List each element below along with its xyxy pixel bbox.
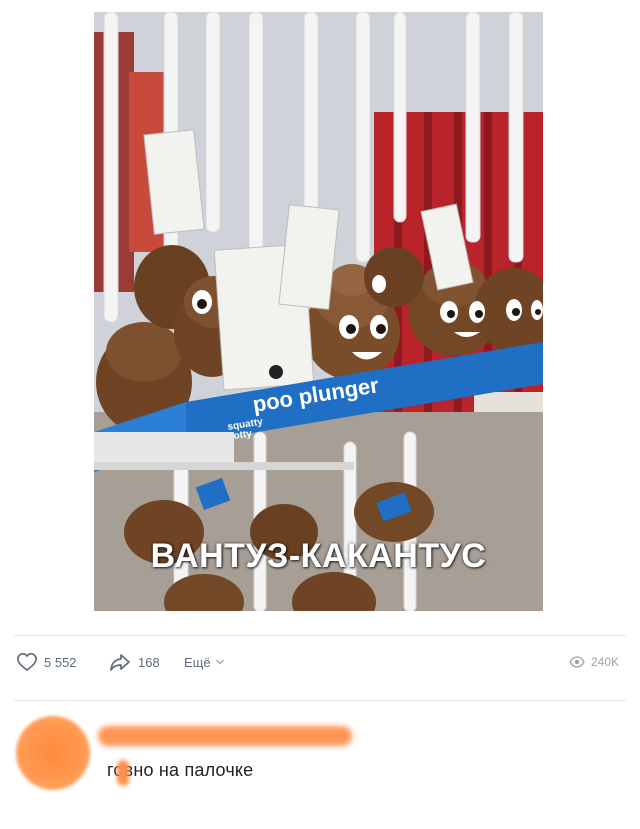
share-count: 168 [138, 654, 160, 670]
store-shelf-illustration: poo plunger squatty potty [94, 12, 543, 611]
more-button[interactable]: Ещё [184, 645, 225, 679]
comment: говно на палочке [0, 700, 640, 829]
like-button[interactable]: 5 552 [16, 645, 77, 679]
eye-icon [569, 656, 585, 668]
chevron-down-icon [215, 659, 224, 665]
share-button[interactable]: 168 [108, 645, 160, 679]
views-counter: 240K [569, 645, 619, 679]
heart-icon [17, 653, 37, 671]
image-caption: ВАНТУЗ-КАКАНТУС [150, 537, 487, 575]
avatar[interactable] [16, 716, 90, 790]
divider-top [14, 635, 626, 636]
share-arrow-icon [110, 654, 130, 671]
views-count: 240K [591, 655, 620, 669]
comment-text-redaction [117, 760, 129, 786]
post-actions-bar: 5 552 168 Ещё 240K [0, 645, 640, 679]
like-count: 5 552 [44, 654, 77, 670]
comment-author-name-redacted[interactable] [98, 726, 352, 746]
post-photo[interactable]: poo plunger squatty potty ВАНТУЗ-КАКАНТУ… [94, 12, 543, 611]
more-label: Ещё [184, 654, 211, 670]
